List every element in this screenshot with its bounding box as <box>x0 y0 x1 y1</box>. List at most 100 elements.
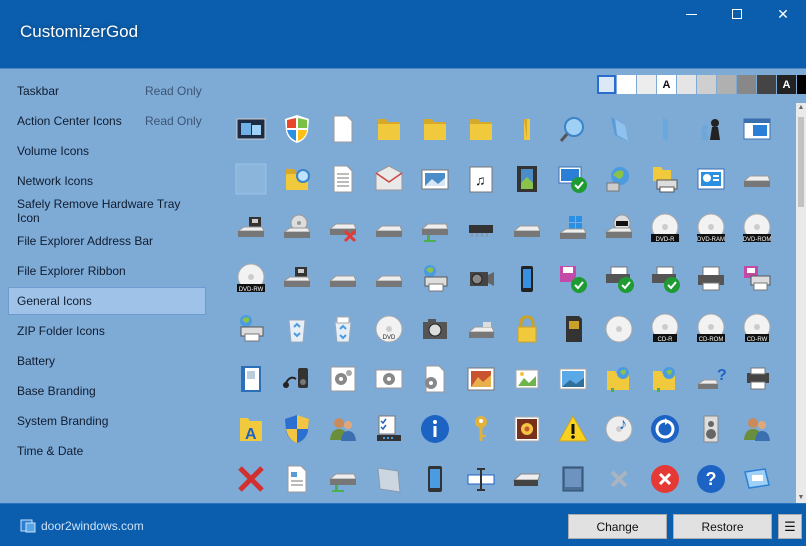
help-circle-icon[interactable]: ? <box>694 462 728 496</box>
network-folder-icon[interactable] <box>602 362 636 396</box>
sidebar-item-time-date[interactable]: Time & Date <box>8 437 206 465</box>
gears-icon[interactable] <box>326 362 360 396</box>
drive-icon[interactable] <box>372 262 406 296</box>
open-folder-blue-icon[interactable] <box>602 112 636 146</box>
recycle-bin-empty-icon[interactable] <box>280 312 314 346</box>
menu-button[interactable]: ☰ <box>778 514 802 539</box>
window-icon[interactable] <box>372 462 406 496</box>
floppy-check-icon[interactable] <box>556 262 590 296</box>
chip-icon[interactable] <box>464 212 498 246</box>
drive-icon[interactable] <box>326 262 360 296</box>
network-drive-icon[interactable] <box>326 462 360 496</box>
minimize-button[interactable] <box>668 0 714 28</box>
check-screen-icon[interactable] <box>556 162 590 196</box>
sidebar-item-zip-folder-icons[interactable]: ZIP Folder Icons <box>8 317 206 345</box>
folder-search-icon[interactable] <box>280 162 314 196</box>
pictures-icon[interactable] <box>510 362 544 396</box>
document-icon[interactable] <box>280 462 314 496</box>
maximize-button[interactable] <box>714 0 760 28</box>
camera-icon[interactable] <box>418 312 452 346</box>
picture-icon[interactable] <box>418 162 452 196</box>
speakers-icon[interactable] <box>694 412 728 446</box>
camcorder-icon[interactable] <box>464 262 498 296</box>
empty-slot-icon[interactable] <box>234 162 268 196</box>
sidebar-item-taskbar[interactable]: Taskbar Read Only <box>8 77 206 105</box>
users-icon[interactable] <box>326 412 360 446</box>
printer-pink-icon[interactable] <box>740 262 774 296</box>
display-icon[interactable] <box>234 112 268 146</box>
help-drive-icon[interactable]: ? <box>694 362 728 396</box>
gear-document-icon[interactable] <box>372 362 406 396</box>
scroll-up-icon[interactable]: ▲ <box>796 103 806 113</box>
floppy-drive-icon[interactable] <box>280 262 314 296</box>
theme-swatch[interactable] <box>637 75 656 94</box>
sidebar-item-file-explorer-ribbon[interactable]: File Explorer Ribbon <box>8 257 206 285</box>
cd-rw-disc-icon[interactable]: CD-RW <box>740 312 774 346</box>
printer-check-icon[interactable] <box>648 262 682 296</box>
theme-swatch[interactable] <box>757 75 776 94</box>
folder-icon[interactable] <box>464 112 498 146</box>
network-drive-icon[interactable] <box>418 212 452 246</box>
cd-disc-icon[interactable] <box>602 312 636 346</box>
book-icon[interactable] <box>234 362 268 396</box>
font-folder-icon[interactable]: A <box>234 412 268 446</box>
folder-narrow-icon[interactable] <box>510 112 544 146</box>
sidebar-item-safely-remove-hardware-tray-icon[interactable]: Safely Remove Hardware Tray Icon <box>8 197 206 225</box>
mp3-player-icon[interactable] <box>280 362 314 396</box>
scanner-icon[interactable] <box>510 462 544 496</box>
door2windows-link[interactable]: door2windows.com <box>20 518 144 534</box>
printer-fax-icon[interactable] <box>740 362 774 396</box>
sidebar-item-network-icons[interactable]: Network Icons <box>8 167 206 195</box>
lock-icon[interactable] <box>510 312 544 346</box>
printer-folder-icon[interactable] <box>648 162 682 196</box>
gear-icon[interactable] <box>418 362 452 396</box>
floppy-drive-icon[interactable] <box>234 212 268 246</box>
phone-icon[interactable] <box>510 262 544 296</box>
scroll-down-icon[interactable]: ▼ <box>796 493 806 503</box>
printer-check-icon[interactable] <box>602 262 636 296</box>
printer-network-icon[interactable] <box>418 262 452 296</box>
close-x-icon[interactable] <box>602 462 636 496</box>
close-button[interactable]: ✕ <box>760 0 806 28</box>
music-document-icon[interactable]: ♫ <box>464 162 498 196</box>
window-stack-icon[interactable] <box>740 462 774 496</box>
cd-drive-icon[interactable] <box>280 212 314 246</box>
search-globe-icon[interactable] <box>556 112 590 146</box>
network-globe-icon[interactable] <box>602 162 636 196</box>
tablet-icon[interactable] <box>556 462 590 496</box>
sidebar-item-file-explorer-address-bar[interactable]: File Explorer Address Bar <box>8 227 206 255</box>
security-shield-icon[interactable] <box>280 412 314 446</box>
ime-cursor-icon[interactable] <box>464 462 498 496</box>
theme-swatch[interactable] <box>737 75 756 94</box>
blank-document-icon[interactable] <box>326 112 360 146</box>
theme-swatch[interactable] <box>717 75 736 94</box>
theme-swatch[interactable] <box>697 75 716 94</box>
folder-icon[interactable] <box>372 112 406 146</box>
printer-network-icon[interactable] <box>234 312 268 346</box>
theme-swatch[interactable]: A <box>657 75 676 94</box>
error-circle-icon[interactable] <box>648 462 682 496</box>
photo-flower-icon[interactable] <box>510 412 544 446</box>
video-film-icon[interactable] <box>510 162 544 196</box>
sidebar-item-volume-icons[interactable]: Volume Icons <box>8 137 206 165</box>
checklist-icon[interactable] <box>372 412 406 446</box>
printer-icon[interactable] <box>694 262 728 296</box>
dvd-drive-icon[interactable] <box>602 212 636 246</box>
change-button[interactable]: Change <box>568 514 667 539</box>
drive-icon[interactable] <box>740 162 774 196</box>
windows-drive-icon[interactable] <box>556 212 590 246</box>
sd-card-icon[interactable] <box>556 312 590 346</box>
warning-icon[interactable] <box>556 412 590 446</box>
image-frame-icon[interactable] <box>464 362 498 396</box>
theme-swatch[interactable] <box>797 75 806 94</box>
users-icon[interactable] <box>740 412 774 446</box>
network-folder-icon[interactable] <box>648 362 682 396</box>
theme-swatch[interactable] <box>617 75 636 94</box>
sync-icon[interactable] <box>648 412 682 446</box>
sidebar-item-action-center-icons[interactable]: Action Center Icons Read Only <box>8 107 206 135</box>
dvd-rom-disc-icon[interactable]: DVD-ROM <box>740 212 774 246</box>
sidebar-item-base-branding[interactable]: Base Branding <box>8 377 206 405</box>
vertical-scrollbar[interactable]: ▲ ▼ <box>796 103 806 503</box>
cd-rom-disc-icon[interactable]: CD-ROM <box>694 312 728 346</box>
theme-swatch[interactable] <box>677 75 696 94</box>
